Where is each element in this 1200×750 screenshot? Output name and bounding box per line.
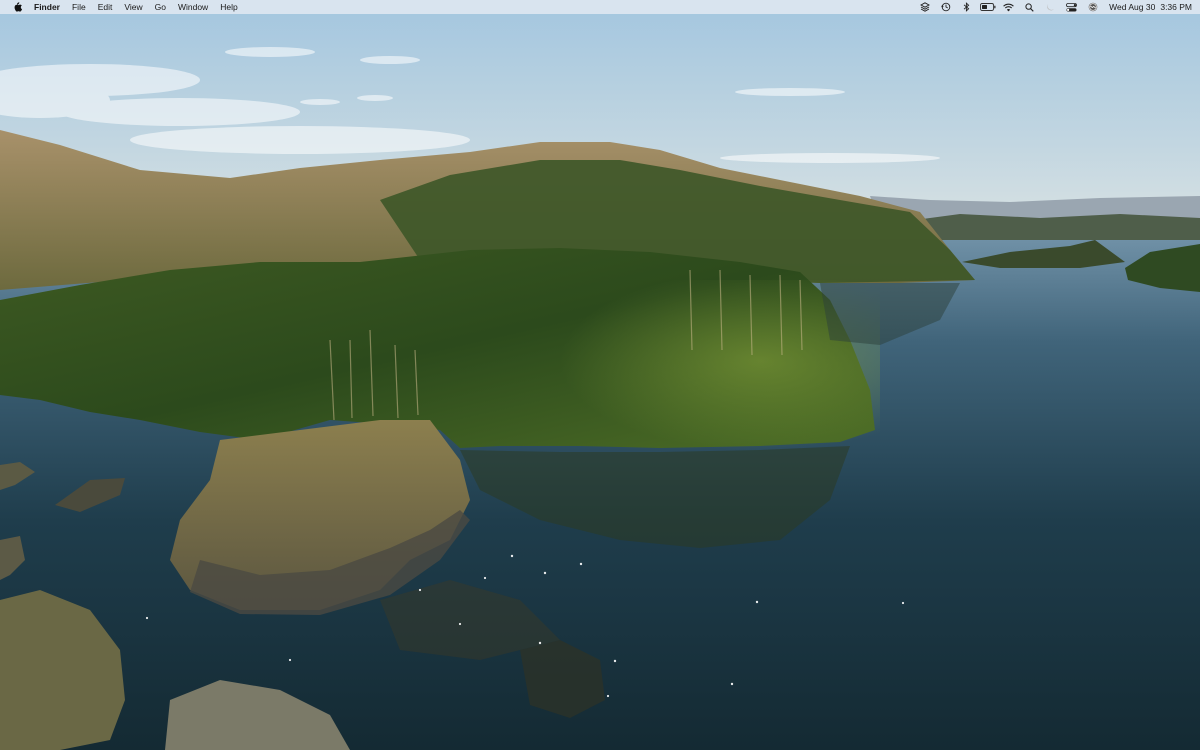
- time-machine-icon[interactable]: [935, 0, 956, 14]
- desktop-wallpaper: [0, 0, 1200, 750]
- menu-go[interactable]: Go: [149, 0, 172, 14]
- menu-bar-clock[interactable]: Wed Aug 30 3:36 PM: [1103, 0, 1194, 14]
- spotlight-search-icon[interactable]: [1019, 0, 1040, 14]
- menu-window[interactable]: Window: [172, 0, 214, 14]
- menu-edit[interactable]: Edit: [92, 0, 119, 14]
- menu-file[interactable]: File: [66, 0, 92, 14]
- clock-date: Wed Aug 30: [1109, 2, 1156, 12]
- menu-bar-left: Finder File Edit View Go Window Help: [10, 0, 244, 14]
- menu-view[interactable]: View: [118, 0, 148, 14]
- clock-time: 3:36 PM: [1160, 2, 1192, 12]
- layers-icon[interactable]: [914, 0, 935, 14]
- siri-icon[interactable]: [1082, 0, 1103, 14]
- menu-bar: Finder File Edit View Go Window Help Wed…: [0, 0, 1200, 14]
- menu-bar-right: Wed Aug 30 3:36 PM: [914, 0, 1194, 14]
- control-center-icon[interactable]: [1061, 0, 1082, 14]
- menu-help[interactable]: Help: [214, 0, 243, 14]
- apple-logo-icon[interactable]: [10, 0, 24, 14]
- menu-app-name[interactable]: Finder: [28, 0, 66, 14]
- wifi-icon[interactable]: [998, 0, 1019, 14]
- battery-icon[interactable]: [977, 0, 998, 14]
- bluetooth-icon[interactable]: [956, 0, 977, 14]
- focus-moon-icon[interactable]: [1040, 0, 1061, 14]
- desktop[interactable]: Finder File Edit View Go Window Help Wed…: [0, 0, 1200, 750]
